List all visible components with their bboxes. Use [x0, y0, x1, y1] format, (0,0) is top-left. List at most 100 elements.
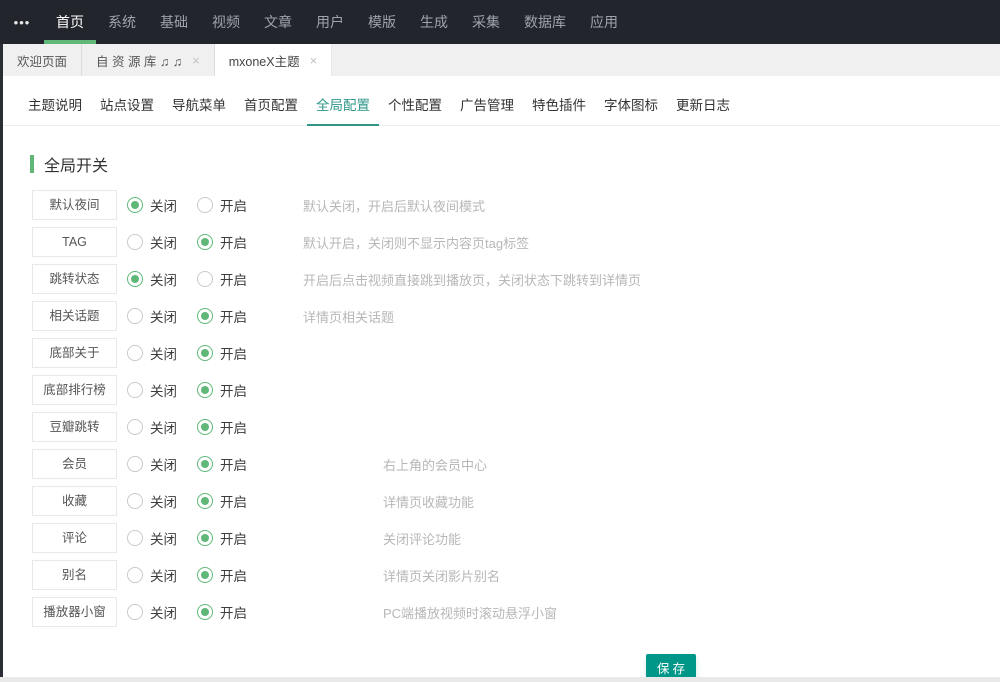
nav-item-视频[interactable]: 视频: [200, 0, 252, 44]
nav-item-数据库[interactable]: 数据库: [512, 0, 578, 44]
radio-circle-icon: [197, 419, 213, 435]
setting-row: 别名关闭开启详情页关闭影片别名: [32, 560, 1000, 590]
setting-label-button[interactable]: 别名: [32, 560, 117, 590]
setting-row: 相关话题关闭开启 详情页相关话题: [32, 301, 1000, 331]
radio-on[interactable]: 开启: [197, 454, 267, 474]
radio-circle-icon: [197, 530, 213, 546]
radio-circle-icon: [197, 308, 213, 324]
radio-off[interactable]: 关闭: [127, 454, 197, 474]
radio-circle-icon: [197, 604, 213, 620]
setting-row: 跳转状态关闭开启开启后点击视频直接跳到播放页，关闭状态下跳转到详情页: [32, 264, 1000, 294]
nav-item-系统[interactable]: 系统: [96, 0, 148, 44]
radio-circle-icon: [127, 530, 143, 546]
close-icon[interactable]: ×: [192, 54, 200, 67]
radio-on[interactable]: 开启: [197, 269, 267, 289]
nav-item-采集[interactable]: 采集: [460, 0, 512, 44]
window-tab-label: mxoneX主题: [229, 51, 300, 70]
setting-description: 详情页相关话题: [303, 307, 394, 326]
radio-circle-icon: [127, 382, 143, 398]
window-tab[interactable]: 自 资 源 库 ♫ ♫ ×: [82, 44, 215, 76]
subtab-字体图标[interactable]: 字体图标: [595, 85, 667, 126]
nav-item-模版[interactable]: 模版: [356, 0, 408, 44]
radio-on[interactable]: 开启: [197, 491, 267, 511]
radio-label: 关闭: [150, 454, 177, 474]
setting-label-button[interactable]: 播放器小窗: [32, 597, 117, 627]
subtab-首页配置[interactable]: 首页配置: [235, 85, 307, 126]
setting-label-button[interactable]: 评论: [32, 523, 117, 553]
nav-item-应用[interactable]: 应用: [578, 0, 630, 44]
nav-item-用户[interactable]: 用户: [304, 0, 356, 44]
subtab-站点设置[interactable]: 站点设置: [91, 85, 163, 126]
setting-label-button[interactable]: 跳转状态: [32, 264, 117, 294]
radio-on[interactable]: 开启: [197, 380, 267, 400]
section-header: 全局开关: [30, 152, 1000, 176]
setting-description: 默认关闭，开启后默认夜间模式: [303, 196, 485, 215]
radio-on[interactable]: 开启: [197, 602, 267, 622]
radio-circle-icon: [127, 567, 143, 583]
subtab-导航菜单[interactable]: 导航菜单: [163, 85, 235, 126]
close-icon[interactable]: ×: [310, 54, 318, 67]
setting-label-button[interactable]: 豆瓣跳转: [32, 412, 117, 442]
nav-item-首页[interactable]: 首页: [44, 0, 96, 44]
radio-label: 关闭: [150, 232, 177, 252]
section-accent-bar: [30, 155, 34, 173]
radio-off[interactable]: 关闭: [127, 602, 197, 622]
subtab-特色插件[interactable]: 特色插件: [523, 85, 595, 126]
nav-item-文章[interactable]: 文章: [252, 0, 304, 44]
window-tabbar: 欢迎页面 自 资 源 库 ♫ ♫ × mxoneX主题 ×: [0, 44, 1000, 76]
setting-label-button[interactable]: 会员: [32, 449, 117, 479]
radio-on[interactable]: 开启: [197, 417, 267, 437]
nav-item-基础[interactable]: 基础: [148, 0, 200, 44]
radio-label: 关闭: [150, 491, 177, 511]
radio-label: 开启: [220, 343, 247, 363]
setting-description: PC端播放视频时滚动悬浮小窗: [383, 603, 557, 622]
setting-description: 默认开启，关闭则不显示内容页tag标签: [303, 233, 529, 252]
horizontal-scrollbar[interactable]: [0, 677, 1000, 682]
radio-on[interactable]: 开启: [197, 232, 267, 252]
top-navbar: ••• 首页系统基础视频文章用户模版生成采集数据库应用: [0, 0, 1000, 44]
radio-on[interactable]: 开启: [197, 528, 267, 548]
setting-label-button[interactable]: 底部排行榜: [32, 375, 117, 405]
nav-item-生成[interactable]: 生成: [408, 0, 460, 44]
more-menu-icon[interactable]: •••: [0, 0, 44, 44]
subtab-主题说明[interactable]: 主题说明: [19, 85, 91, 126]
navbar-items: 首页系统基础视频文章用户模版生成采集数据库应用: [44, 0, 630, 44]
radio-label: 开启: [220, 528, 247, 548]
setting-label-button[interactable]: 相关话题: [32, 301, 117, 331]
radio-label: 关闭: [150, 195, 177, 215]
radio-off[interactable]: 关闭: [127, 306, 197, 326]
subtab-个性配置[interactable]: 个性配置: [379, 85, 451, 126]
setting-label-button[interactable]: 默认夜间: [32, 190, 117, 220]
radio-off[interactable]: 关闭: [127, 195, 197, 215]
window-tab[interactable]: mxoneX主题 ×: [215, 44, 332, 76]
radio-on[interactable]: 开启: [197, 195, 267, 215]
radio-off[interactable]: 关闭: [127, 232, 197, 252]
setting-label-button[interactable]: 底部关于: [32, 338, 117, 368]
radio-off[interactable]: 关闭: [127, 528, 197, 548]
radio-on[interactable]: 开启: [197, 565, 267, 585]
radio-off[interactable]: 关闭: [127, 269, 197, 289]
radio-on[interactable]: 开启: [197, 306, 267, 326]
window-tab[interactable]: 欢迎页面: [3, 44, 82, 76]
radio-label: 开启: [220, 491, 247, 511]
window-tab-label: 自 资 源 库 ♫ ♫: [96, 51, 182, 70]
subtab-更新日志[interactable]: 更新日志: [667, 85, 739, 126]
radio-off[interactable]: 关闭: [127, 417, 197, 437]
radio-label: 关闭: [150, 417, 177, 437]
radio-circle-icon: [127, 234, 143, 250]
setting-label-button[interactable]: 收藏: [32, 486, 117, 516]
setting-row: 收藏关闭开启详情页收藏功能: [32, 486, 1000, 516]
radio-label: 开启: [220, 195, 247, 215]
subtab-全局配置[interactable]: 全局配置: [307, 85, 379, 126]
setting-label-button[interactable]: TAG: [32, 227, 117, 257]
subtab-广告管理[interactable]: 广告管理: [451, 85, 523, 126]
radio-off[interactable]: 关闭: [127, 491, 197, 511]
radio-off[interactable]: 关闭: [127, 343, 197, 363]
radio-on[interactable]: 开启: [197, 343, 267, 363]
window-tab-label: 欢迎页面: [17, 51, 67, 70]
radio-circle-icon: [127, 197, 143, 213]
radio-off[interactable]: 关闭: [127, 380, 197, 400]
radio-label: 关闭: [150, 602, 177, 622]
radio-off[interactable]: 关闭: [127, 565, 197, 585]
setting-description: 关闭评论功能: [383, 529, 461, 548]
